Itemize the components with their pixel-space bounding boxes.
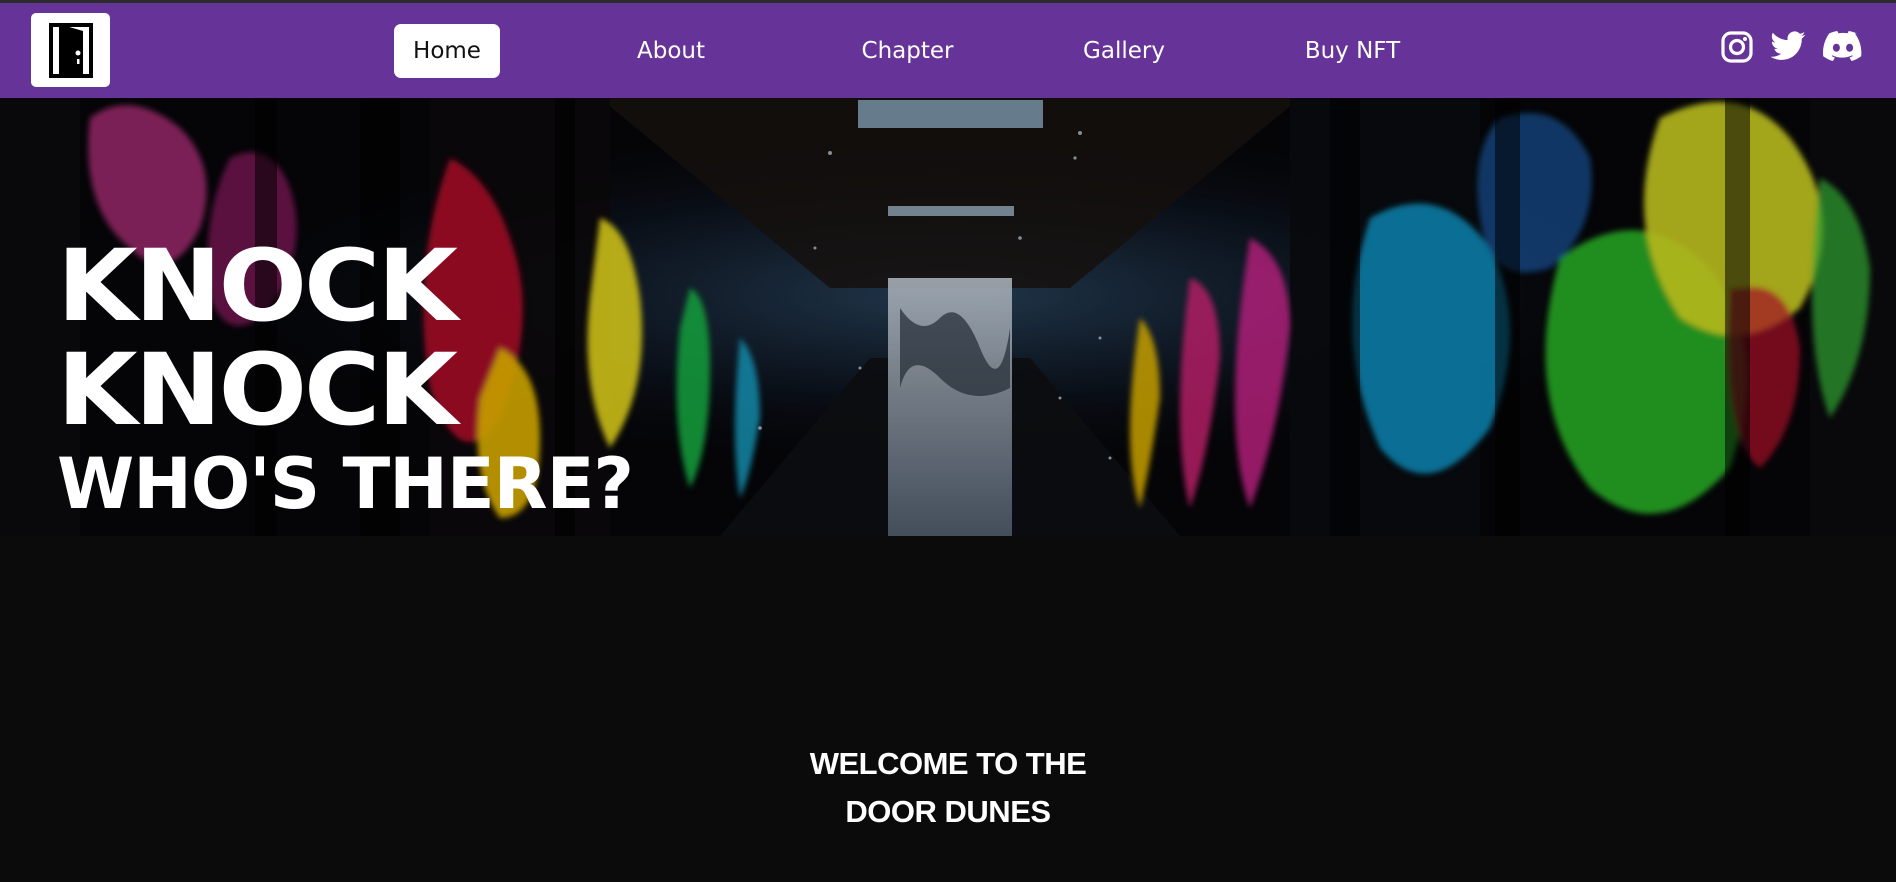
hero-subtitle: WHO'S THERE? [57, 443, 634, 525]
twitter-icon[interactable] [1771, 31, 1806, 61]
welcome-heading: WELCOME TO THE DOOR DUNES [0, 740, 1896, 836]
discord-icon[interactable] [1823, 31, 1863, 61]
hero-banner: KNOCK KNOCK WHO'S THERE? [0, 98, 1896, 536]
instagram-icon[interactable] [1721, 31, 1753, 63]
hero-title-line-1: KNOCK [57, 228, 458, 344]
nav-gallery[interactable]: Gallery [1072, 24, 1176, 78]
navbar: Home About Chapter Gallery Buy NFT [0, 3, 1896, 98]
main-menu: Home About Chapter Gallery Buy NFT [0, 24, 1896, 78]
welcome-line-1: WELCOME TO THE [809, 746, 1087, 781]
nav-home[interactable]: Home [394, 24, 500, 78]
welcome-line-2: DOOR DUNES [845, 794, 1051, 829]
nav-buy-nft[interactable]: Buy NFT [1300, 24, 1405, 78]
hero-title-line-2: KNOCK [57, 332, 458, 448]
nav-chapter[interactable]: Chapter [850, 24, 965, 78]
nav-about[interactable]: About [620, 24, 722, 78]
